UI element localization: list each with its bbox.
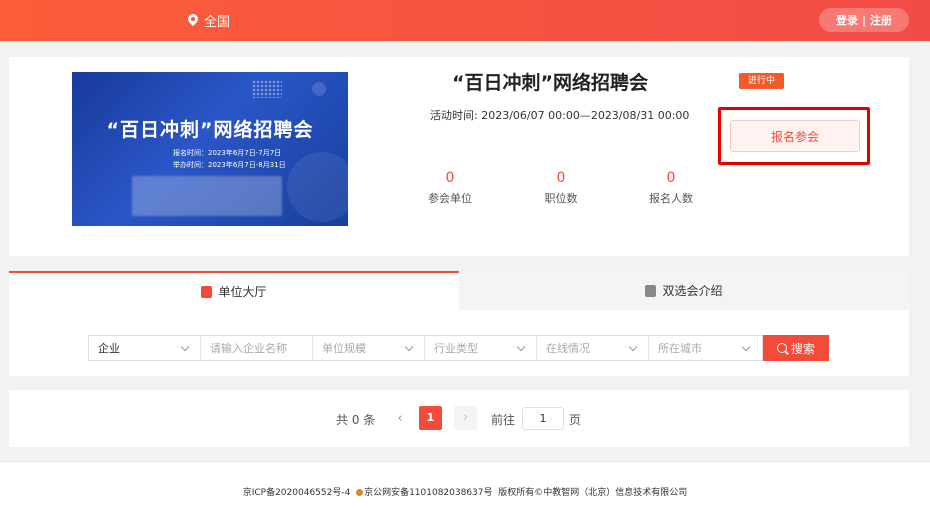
banner-building-graphic — [132, 176, 282, 216]
auth-separator: | — [861, 13, 867, 27]
icp-link[interactable]: 京ICP备2020046552号-4 — [243, 488, 351, 498]
filter-bar: 企业 请输入企业名称 单位规模 行业类型 在线情况 所在城市 — [88, 335, 763, 361]
register-link[interactable]: 注册 — [870, 12, 892, 28]
location-selector[interactable]: 全国 — [187, 11, 230, 30]
scale-select[interactable]: 单位规模 — [313, 336, 425, 360]
tab-unit-hall[interactable]: 单位大厅 — [9, 271, 459, 310]
event-card: “百日冲刺”网络招聘会 报名时间：2023年6月7日-7月7日 举办时间：202… — [9, 57, 909, 256]
industry-select[interactable]: 行业类型 — [425, 336, 537, 360]
stat-label: 职位数 — [544, 192, 578, 205]
footer-text: 京ICP备2020046552号-4 京公网安备1101082038637号 版… — [0, 485, 930, 498]
pagination: 共 0 条 ‹ 1 › 前往 1 页 — [9, 390, 909, 447]
signup-button[interactable]: 报名参会 — [730, 120, 860, 152]
event-time: 活动时间: 2023/06/07 00:00—2023/08/31 00:00 — [430, 107, 689, 123]
total-count: 共 0 条 — [336, 413, 376, 427]
location-label: 全国 — [204, 15, 231, 30]
next-page-button[interactable]: › — [454, 406, 477, 430]
company-name-input[interactable]: 请输入企业名称 — [201, 336, 313, 360]
location-pin-icon — [187, 14, 199, 28]
goto-label: 前往 — [491, 413, 516, 427]
banner-event-time: 举办时间：2023年6月7日-8月31日 — [173, 161, 286, 169]
copyright-text: 版权所有©中教智网（北京）信息技术有限公司 — [498, 488, 688, 498]
city-select-placeholder: 所在城市 — [658, 342, 702, 355]
status-badge: 进行中 — [739, 73, 784, 89]
page-jump-input[interactable]: 1 — [522, 407, 564, 430]
scale-select-placeholder: 单位规模 — [322, 342, 366, 355]
login-link[interactable]: 登录 — [836, 12, 858, 28]
footer: 京ICP备2020046552号-4 京公网安备1101082038637号 版… — [0, 461, 930, 510]
stat-label: 报名人数 — [649, 192, 693, 205]
company-name-placeholder: 请输入企业名称 — [210, 342, 287, 355]
city-select[interactable]: 所在城市 — [649, 336, 761, 360]
stat-label: 参会单位 — [428, 192, 472, 205]
tab-label: 单位大厅 — [218, 285, 267, 299]
search-icon — [776, 343, 787, 353]
event-time-value: 2023/06/07 00:00—2023/08/31 00:00 — [481, 109, 690, 122]
search-button[interactable]: 搜索 — [763, 335, 829, 361]
type-select[interactable]: 企业 — [89, 336, 201, 360]
type-select-value: 企业 — [98, 342, 120, 355]
page-unit-label: 页 — [569, 413, 582, 427]
stat-value: 0 — [666, 170, 676, 186]
police-badge-icon — [356, 489, 364, 496]
search-button-label: 搜索 — [790, 341, 815, 356]
event-banner-image: “百日冲刺”网络招聘会 报名时间：2023年6月7日-7月7日 举办时间：202… — [72, 72, 348, 226]
auth-buttons: 登录 | 注册 — [819, 8, 909, 32]
book-icon — [645, 284, 657, 297]
banner-circle-decoration — [287, 152, 348, 222]
event-time-label: 活动时间: — [430, 109, 478, 122]
chevron-down-icon — [628, 342, 638, 352]
online-select-placeholder: 在线情况 — [546, 342, 590, 355]
page-number-current[interactable]: 1 — [419, 406, 442, 430]
tab-bar: 单位大厅 双选会介绍 — [9, 271, 909, 310]
tab-fair-intro[interactable]: 双选会介绍 — [459, 271, 909, 310]
tab-label: 双选会介绍 — [662, 284, 723, 298]
chevron-down-icon — [516, 342, 526, 352]
chevron-down-icon — [741, 342, 751, 352]
chevron-down-icon — [404, 342, 414, 352]
banner-dot-pattern — [252, 80, 282, 98]
banner-title: “百日冲刺”网络招聘会 — [106, 119, 314, 141]
stat-value: 0 — [556, 170, 566, 186]
top-nav-bar: 全国 登录 | 注册 — [0, 0, 930, 42]
stat-registrants: 0 报名人数 — [631, 170, 711, 206]
stat-value: 0 — [445, 170, 455, 186]
event-title: “百日冲刺”网络招聘会 — [452, 72, 648, 94]
prev-page-button[interactable]: ‹ — [392, 408, 408, 430]
banner-registration-time: 报名时间：2023年6月7日-7月7日 — [173, 149, 282, 157]
chevron-down-icon — [180, 342, 190, 352]
police-record-link[interactable]: 京公网安备1101082038637号 — [364, 488, 492, 498]
filter-panel: 企业 请输入企业名称 单位规模 行业类型 在线情况 所在城市 搜索 — [9, 310, 909, 376]
stat-units: 0 参会单位 — [410, 170, 490, 206]
stat-jobs: 0 职位数 — [521, 170, 601, 206]
banner-circle-decoration — [312, 82, 326, 96]
building-icon — [201, 285, 213, 298]
online-status-select[interactable]: 在线情况 — [537, 336, 649, 360]
industry-select-placeholder: 行业类型 — [434, 342, 478, 355]
